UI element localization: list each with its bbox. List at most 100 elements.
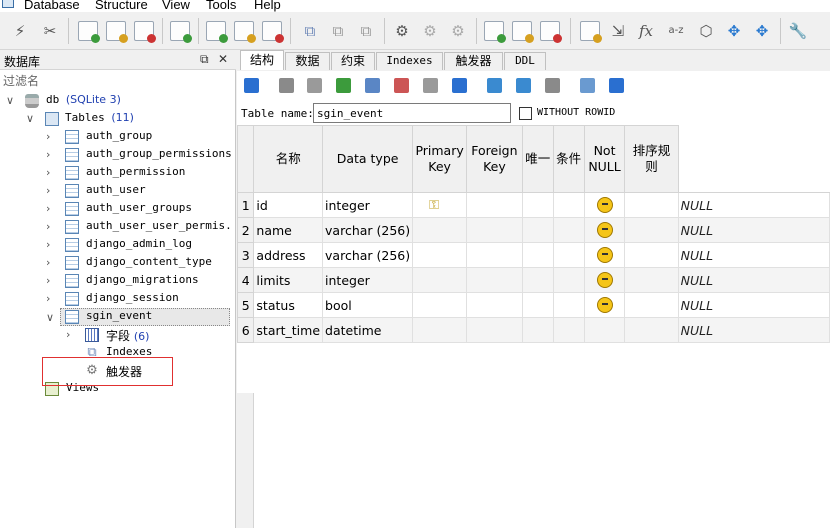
menu-tools[interactable]: Tools [206, 0, 236, 12]
add-database-icon[interactable] [78, 21, 100, 43]
collation-cell[interactable] [624, 267, 679, 293]
data-type-cell[interactable]: datetime [322, 317, 414, 343]
column-header[interactable]: 条件 [552, 125, 585, 193]
not-null-cell[interactable] [583, 267, 626, 293]
table-name-input[interactable] [313, 103, 511, 123]
column-name-cell[interactable]: status [253, 292, 324, 318]
unique-icon[interactable] [545, 78, 560, 93]
float-panel-icon[interactable]: ⧉ [200, 52, 209, 67]
table-row[interactable]: 5 status bool NULL [237, 292, 830, 318]
delete-column-icon[interactable] [394, 78, 409, 93]
default-value-cell[interactable]: NULL [677, 292, 830, 318]
row-number[interactable]: 2 [237, 217, 255, 243]
row-number[interactable]: 1 [237, 192, 255, 218]
expand-arrow-icon[interactable]: › [46, 202, 50, 215]
unique-cell[interactable] [521, 242, 554, 268]
undo-icon[interactable] [609, 78, 624, 93]
default-value-cell[interactable]: NULL [677, 217, 830, 243]
disconnect-icon[interactable]: ✂ [40, 21, 60, 41]
menu-help[interactable]: Help [254, 0, 281, 12]
default-value-cell[interactable]: NULL [677, 317, 830, 343]
foreign-key-cell[interactable] [466, 217, 523, 243]
data-type-cell[interactable]: bool [322, 292, 414, 318]
move-up-icon[interactable] [423, 78, 438, 93]
tree-fields[interactable]: › 字段 (6) [0, 326, 234, 344]
create-table-icon[interactable] [206, 21, 228, 43]
default-value-cell[interactable]: NULL [677, 192, 830, 218]
collation-icon[interactable]: a-z [666, 21, 686, 41]
foreign-key-cell[interactable] [466, 192, 523, 218]
expand-arrow-icon[interactable]: › [46, 256, 50, 269]
tab-triggers[interactable]: 触发器 [444, 52, 503, 70]
create-view-icon[interactable] [484, 21, 506, 43]
table-row[interactable]: 2 name varchar (256) NULL [237, 217, 830, 243]
primary-key-cell[interactable] [412, 242, 468, 268]
tree-db[interactable]: ∨ db (SQLite 3) [0, 92, 234, 110]
tree-table-item[interactable]: › auth_user_user_permis... [0, 218, 234, 236]
table-row[interactable]: 6 start_time datetime NULL [237, 317, 830, 343]
connect-icon[interactable]: ⚡ [10, 21, 30, 41]
column-name-cell[interactable]: limits [253, 267, 324, 293]
tree-table-item[interactable]: › auth_group [0, 128, 234, 146]
table-row[interactable]: 4 limits integer NULL [237, 267, 830, 293]
check-cell[interactable] [552, 242, 585, 268]
not-null-cell[interactable] [583, 242, 626, 268]
expand-arrow-icon[interactable]: › [46, 130, 50, 143]
data-type-cell[interactable]: varchar (256) [322, 242, 414, 268]
column-name-cell[interactable]: name [253, 217, 324, 243]
close-panel-icon[interactable]: ✕ [218, 52, 228, 66]
column-header[interactable]: Foreign Key [466, 125, 523, 193]
column-header[interactable]: 唯一 [521, 125, 554, 193]
table-row[interactable]: 1 id integer ⚿ NULL [237, 192, 830, 218]
tree-table-item-selected[interactable]: sgin_event [60, 308, 230, 326]
extension-icon[interactable]: ⬡ [696, 21, 716, 41]
check-cell[interactable] [552, 192, 585, 218]
edit-database-icon[interactable] [106, 21, 128, 43]
tree-table-item[interactable]: › django_migrations [0, 272, 234, 290]
column-header[interactable]: Primary Key [412, 125, 468, 193]
menu-structure[interactable]: Structure [95, 0, 148, 12]
column-name-cell[interactable]: address [253, 242, 324, 268]
row-number[interactable]: 6 [237, 317, 255, 343]
data-type-cell[interactable]: integer [322, 192, 414, 218]
expand-arrow-icon[interactable]: › [46, 148, 50, 161]
tab-data[interactable]: 数据 [285, 52, 330, 70]
data-type-cell[interactable]: varchar (256) [322, 217, 414, 243]
export-icon[interactable]: ⇲ [608, 21, 628, 41]
tree-table-item[interactable]: › django_content_type [0, 254, 234, 272]
edit-view-icon[interactable] [512, 21, 534, 43]
row-number[interactable]: 5 [237, 292, 255, 318]
expand-arrow-icon[interactable]: › [46, 220, 50, 233]
tree-table-item[interactable]: › auth_user [0, 182, 234, 200]
add-column-icon[interactable] [336, 78, 351, 93]
without-rowid-checkbox[interactable] [519, 107, 532, 120]
check-cell[interactable] [552, 292, 585, 318]
collapse-arrow-icon[interactable]: ∨ [46, 311, 54, 324]
primary-key-cell[interactable]: ⚿ [412, 192, 468, 218]
unique-cell[interactable] [521, 192, 554, 218]
check-cell[interactable] [552, 267, 585, 293]
menu-view[interactable]: View [162, 0, 190, 12]
row-number[interactable]: 3 [237, 242, 255, 268]
unique-cell[interactable] [521, 217, 554, 243]
column-name-cell[interactable]: id [253, 192, 324, 218]
data-type-cell[interactable]: integer [322, 267, 414, 293]
column-header[interactable]: Not NULL [583, 125, 626, 193]
rollback-icon[interactable] [307, 78, 322, 93]
expand-icon[interactable]: ✥ [724, 21, 744, 41]
move-down-icon[interactable] [452, 78, 467, 93]
collation-cell[interactable] [624, 292, 679, 318]
table-row[interactable]: 3 address varchar (256) NULL [237, 242, 830, 268]
not-null-cell[interactable] [583, 192, 626, 218]
tree-table-item[interactable]: › auth_user_groups [0, 200, 234, 218]
tab-constraints[interactable]: 约束 [331, 52, 375, 70]
foreign-key-icon[interactable] [516, 78, 531, 93]
foreign-key-cell[interactable] [466, 242, 523, 268]
not-null-cell[interactable] [583, 292, 626, 318]
edit-index-icon[interactable]: ⧉ [328, 21, 348, 41]
tree-table-item[interactable]: › auth_group_permissions [0, 146, 234, 164]
filter-input[interactable] [0, 71, 234, 90]
function-icon[interactable]: fx [636, 21, 656, 41]
check-cell[interactable] [552, 317, 585, 343]
expand-arrow-icon[interactable]: › [46, 166, 50, 179]
